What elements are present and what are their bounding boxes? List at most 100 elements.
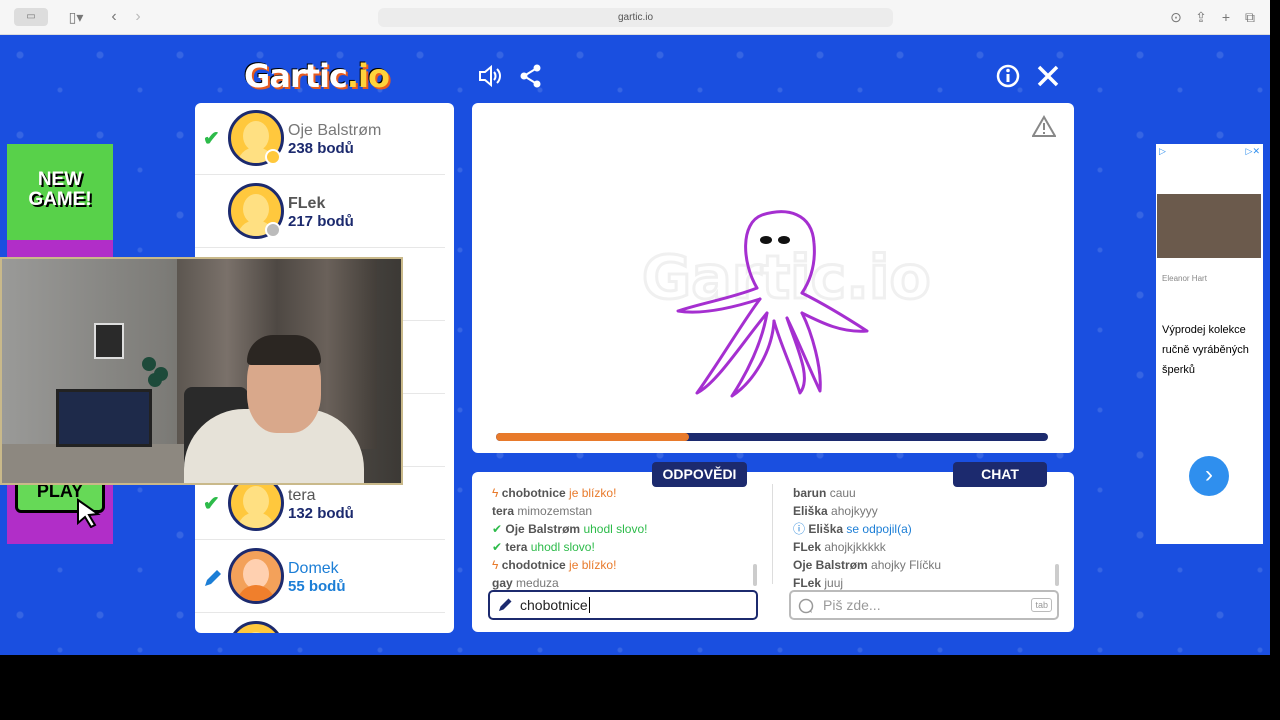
message-user: barun bbox=[793, 486, 827, 500]
message-text: je blízko! bbox=[569, 558, 617, 572]
message-user: tera bbox=[505, 540, 528, 554]
game-area: Gartic.io ✔ Oje Balstrøm 238 bodů FLek 2… bbox=[0, 35, 1270, 655]
message-text: ahojkjkkkkk bbox=[824, 540, 886, 554]
message-user: FLek bbox=[793, 540, 822, 554]
message-text: ahojkyyy bbox=[831, 504, 878, 518]
player-points: 238 bodů bbox=[288, 140, 354, 157]
time-progress-fill bbox=[496, 433, 690, 441]
player-name: tera bbox=[288, 487, 316, 504]
share-icon[interactable]: ⇪ bbox=[1193, 8, 1209, 26]
message-text: ahojky Flíčku bbox=[871, 558, 942, 572]
message-user: Oje Balstrøm bbox=[505, 522, 581, 536]
ad-headline: NEW GAME! bbox=[28, 169, 92, 210]
chat-message: ✔ Oje Balstrøm uhodl slovo! bbox=[492, 520, 752, 538]
message-text: cauu bbox=[829, 486, 856, 500]
right-ad[interactable]: ▷ ▷✕ Eleanor Hart Výprodej kolekce ručně… bbox=[1156, 144, 1263, 544]
sidebar-icon[interactable]: ▯▾ bbox=[64, 8, 88, 26]
player-row: Domek 55 bodů bbox=[195, 541, 445, 613]
message-text: uhodl slovo! bbox=[530, 540, 595, 554]
back-icon[interactable]: ‹ bbox=[106, 8, 122, 26]
player-name: Domek bbox=[288, 560, 339, 577]
chat-list: barun cauu Eliška ahojkyyy ⓘ Eliška se odp… bbox=[793, 484, 1053, 592]
panel-divider bbox=[772, 484, 773, 584]
chat-message: barun cauu bbox=[793, 484, 1053, 502]
wall-frame bbox=[94, 323, 124, 359]
monitor bbox=[56, 389, 152, 447]
sound-icon[interactable] bbox=[477, 63, 503, 89]
chat-scrollbar[interactable] bbox=[1055, 564, 1059, 586]
tab-overview-button[interactable]: ▭ bbox=[14, 8, 48, 26]
download-icon[interactable]: ⊙ bbox=[1168, 8, 1184, 26]
octopus-drawing bbox=[676, 210, 869, 398]
gartic-logo: Gartic.io bbox=[244, 57, 390, 95]
chat-message: ϟ chodotnice je blízko! bbox=[492, 556, 752, 574]
new-tab-icon[interactable]: + bbox=[1218, 8, 1234, 26]
answers-scrollbar[interactable] bbox=[753, 564, 757, 586]
pencil-icon bbox=[499, 598, 512, 611]
adchoices-icon[interactable]: ▷ bbox=[1159, 146, 1166, 157]
check-icon: ✔ bbox=[492, 522, 506, 536]
message-text: se odpojil(a) bbox=[846, 522, 912, 536]
message-user: chodotnice bbox=[501, 558, 566, 572]
message-text: uhodl slovo! bbox=[583, 522, 648, 536]
chat-message: FLek ahojkjkkkkk bbox=[793, 538, 1053, 556]
cursor-icon bbox=[77, 498, 101, 528]
ad-brand: Eleanor Hart bbox=[1162, 274, 1207, 283]
chat-message: ⓘ Eliška se odpojil(a) bbox=[793, 520, 1053, 538]
status-badge bbox=[265, 149, 281, 165]
player-name: FLek bbox=[288, 195, 326, 212]
ad-arrow-button[interactable]: › bbox=[1189, 456, 1229, 496]
check-icon: ✔ bbox=[492, 540, 506, 554]
check-icon: ✔ bbox=[203, 128, 220, 150]
address-bar[interactable]: gartic.io bbox=[378, 8, 893, 27]
message-text: meduza bbox=[516, 576, 559, 590]
message-user: tera bbox=[492, 504, 515, 518]
drawing-canvas[interactable]: Gartic.io bbox=[472, 103, 1074, 453]
answer-input-value: chobotnice bbox=[520, 597, 588, 613]
chat-message: Oje Balstrøm ahojky Flíčku bbox=[793, 556, 1053, 574]
player-points: 132 bodů bbox=[288, 505, 354, 522]
pencil-icon bbox=[205, 570, 221, 586]
time-progress-bar bbox=[496, 433, 1048, 441]
chat-message: Eliška ahojkyyy bbox=[793, 502, 1053, 520]
avatar bbox=[228, 548, 284, 604]
ad-text: Výprodej kolekce ručně vyráběných šperků bbox=[1162, 324, 1249, 376]
answer-input[interactable]: chobotnice bbox=[488, 590, 758, 620]
url-text: gartic.io bbox=[617, 12, 653, 23]
message-text: mimozemstan bbox=[517, 504, 593, 518]
player-points: 217 bodů bbox=[288, 213, 354, 230]
player-row: ✔ Oje Balstrøm 238 bodů bbox=[195, 103, 445, 175]
message-text: juuj bbox=[824, 576, 844, 590]
jewelry-image bbox=[1157, 194, 1261, 258]
message-user: FLek bbox=[793, 576, 822, 590]
answers-list: ϟ chobotnice je blízko! tera mimozemstan ✔… bbox=[492, 484, 752, 592]
chat-message: ϟ chobotnice je blízko! bbox=[492, 484, 752, 502]
status-badge bbox=[265, 222, 281, 238]
browser-window: ▭ ▯▾ ‹ › gartic.io ⊙ ⇪ + ⧉ Gartic.io ✔ O… bbox=[0, 0, 1270, 655]
player-name: Oje Balstrøm bbox=[288, 122, 382, 139]
chat-bubble-icon bbox=[798, 598, 814, 614]
browser-toolbar: ▭ ▯▾ ‹ › gartic.io ⊙ ⇪ + ⧉ bbox=[0, 0, 1270, 35]
chat-input[interactable]: Piš zde... tab bbox=[789, 590, 1059, 620]
chat-input-placeholder: Piš zde... bbox=[823, 597, 881, 613]
message-text: je blízko! bbox=[569, 486, 617, 500]
player-row: FLek 217 bodů bbox=[195, 176, 445, 248]
avatar bbox=[228, 621, 284, 633]
tabs-icon[interactable]: ⧉ bbox=[1242, 8, 1258, 26]
chat-message: ✔ tera uhodl slovo! bbox=[492, 538, 752, 556]
message-user: chobotnice bbox=[501, 486, 566, 500]
webcam-overlay bbox=[0, 257, 403, 485]
player-row-partial bbox=[195, 614, 445, 633]
report-warning-icon[interactable] bbox=[1032, 115, 1056, 137]
forward-icon[interactable]: › bbox=[130, 8, 146, 26]
share-game-icon[interactable] bbox=[518, 63, 544, 89]
ad-close-icon[interactable]: ▷✕ bbox=[1246, 146, 1260, 157]
lightning-icon: ϟ bbox=[492, 558, 502, 572]
message-user: Oje Balstrøm bbox=[793, 558, 868, 572]
message-user: gay bbox=[492, 576, 513, 590]
answers-chat-panel: ODPOVĚDI CHAT ϟ chobotnice je blízko! ter… bbox=[472, 462, 1074, 632]
lightning-icon: ϟ bbox=[492, 486, 502, 500]
info-icon: ⓘ bbox=[793, 522, 809, 536]
info-icon[interactable] bbox=[995, 63, 1021, 89]
close-icon[interactable] bbox=[1035, 63, 1061, 89]
